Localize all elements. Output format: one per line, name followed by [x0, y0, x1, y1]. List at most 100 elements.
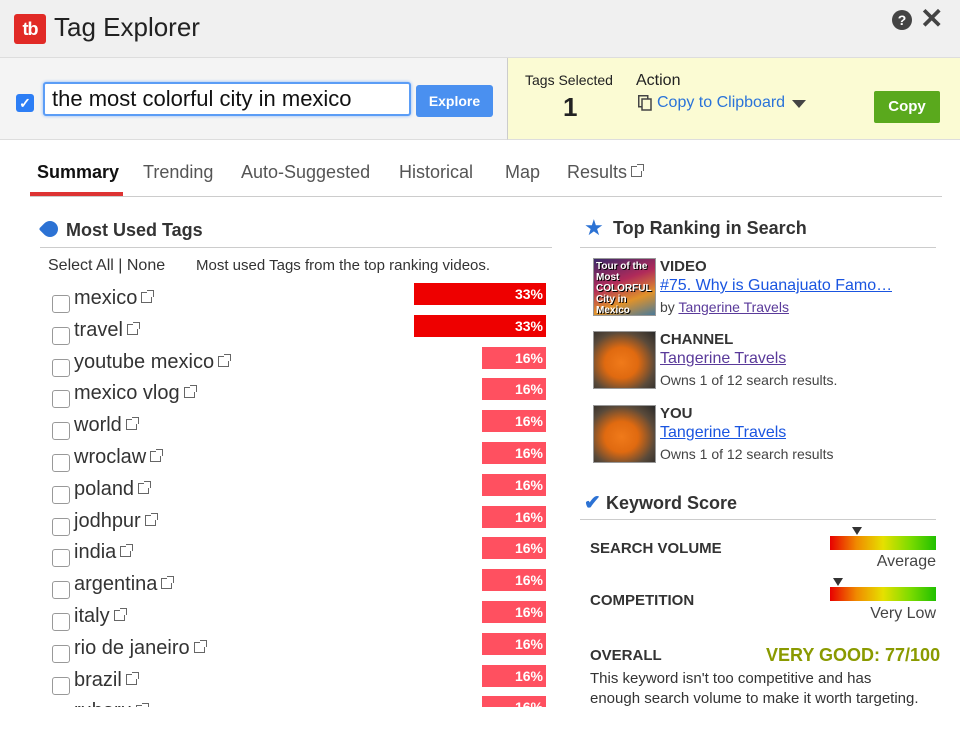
- tag-usage-bar: 16%: [482, 378, 546, 401]
- close-icon[interactable]: ✕: [920, 4, 943, 34]
- copy-button[interactable]: Copy: [874, 91, 940, 123]
- tag-usage-bar: 16%: [482, 346, 546, 369]
- video-thumbnail[interactable]: Tour of the Most COLORFUL City in Mexico: [593, 258, 656, 316]
- action-panel: Tags Selected 1 Action Copy to Clipboard…: [507, 58, 960, 140]
- you-thumbnail[interactable]: [593, 405, 656, 463]
- most-used-description: Most used Tags from the top ranking vide…: [196, 257, 491, 274]
- keyword-score-title: Keyword Score: [606, 493, 738, 513]
- tag-label[interactable]: poland: [74, 478, 152, 501]
- external-link-icon[interactable]: [144, 512, 158, 526]
- tag-usage-bar: 16%: [482, 569, 546, 592]
- tag-label[interactable]: india: [74, 541, 134, 564]
- tag-checkbox[interactable]: [52, 517, 70, 536]
- tab-trending[interactable]: Trending: [143, 162, 213, 183]
- external-link-icon[interactable]: [113, 608, 127, 621]
- tab-summary[interactable]: Summary: [37, 162, 119, 183]
- tag-checkbox[interactable]: [52, 422, 70, 441]
- competition-marker: [833, 578, 844, 586]
- external-link-icon[interactable]: [125, 417, 139, 431]
- video-byline: by Tangerine Travels: [660, 299, 789, 315]
- tab-results[interactable]: Results: [567, 162, 645, 183]
- tag-checkbox[interactable]: [52, 485, 70, 504]
- tag-name: jodhpur: [74, 509, 141, 532]
- action-select[interactable]: Copy to Clipboard: [657, 94, 785, 112]
- tag-usage-bar: 16%: [482, 473, 546, 496]
- tag-checkbox[interactable]: [52, 644, 70, 663]
- you-type-label: YOU: [660, 405, 693, 422]
- tag-name: rio de janeiro: [74, 636, 190, 659]
- video-link[interactable]: #75. Why is Guanajuato Famo…: [660, 277, 892, 295]
- external-link-icon: [631, 164, 645, 177]
- tag-checkbox[interactable]: [52, 358, 70, 377]
- tag-row: youtube mexico 16%: [48, 346, 552, 379]
- tag-checkbox[interactable]: [52, 613, 70, 631]
- tag-label[interactable]: mexico: [74, 287, 155, 310]
- tag-usage-bar: 33%: [414, 314, 546, 337]
- search-volume-caption: Average: [876, 553, 936, 570]
- tag-row: world 16%: [48, 410, 552, 442]
- search-checkbox[interactable]: ✓: [16, 94, 34, 112]
- search-volume-label: SEARCH VOLUME: [590, 540, 722, 557]
- external-link-icon[interactable]: [150, 449, 164, 462]
- tab-auto-suggested[interactable]: Auto-Suggested: [241, 162, 370, 183]
- external-link-icon[interactable]: [218, 353, 232, 367]
- tag-label[interactable]: brazil: [74, 669, 139, 692]
- tag-label[interactable]: travel: [74, 319, 140, 342]
- tag-label[interactable]: wroclaw: [74, 446, 164, 469]
- star-icon: ★: [584, 215, 604, 240]
- video-channel-link[interactable]: Tangerine Travels: [678, 299, 789, 315]
- external-link-icon[interactable]: [193, 639, 207, 653]
- ranking-channel: CHANNEL Tangerine Travels Owns 1 of 12 s…: [593, 331, 938, 395]
- select-all-none[interactable]: Select All | None: [48, 257, 165, 275]
- tag-checkbox[interactable]: [52, 581, 70, 600]
- competition-label: COMPETITION: [590, 592, 695, 609]
- competition-caption: Very Low: [870, 605, 936, 622]
- video-type-label: VIDEO: [660, 258, 707, 275]
- tab-historical[interactable]: Historical: [399, 162, 473, 183]
- channel-link[interactable]: Tangerine Travels: [660, 350, 786, 368]
- help-icon[interactable]: ?: [892, 10, 912, 30]
- you-link[interactable]: Tangerine Travels: [660, 424, 786, 442]
- tag-usage-bar: 16%: [482, 601, 546, 623]
- explore-button[interactable]: Explore: [416, 85, 493, 117]
- external-link-icon[interactable]: [138, 480, 152, 494]
- tab-map[interactable]: Map: [505, 162, 540, 183]
- chevron-down-icon[interactable]: [792, 100, 806, 108]
- tag-label[interactable]: mexico vlog: [74, 382, 197, 405]
- channel-thumbnail[interactable]: [593, 331, 656, 389]
- tag-label[interactable]: italy: [74, 605, 127, 628]
- tag-label[interactable]: youtube mexico: [74, 351, 232, 374]
- external-link-icon[interactable]: [126, 321, 140, 335]
- external-link-icon[interactable]: [135, 703, 149, 707]
- tag-label[interactable]: jodhpur: [74, 509, 158, 533]
- tag-name: world: [74, 414, 122, 437]
- tag-row: brazil 16%: [48, 664, 552, 697]
- search-area: ✓ Explore: [0, 58, 507, 140]
- tag-label[interactable]: world: [74, 414, 139, 437]
- tag-row: argentina 16%: [48, 569, 552, 601]
- ranking-video: Tour of the Most COLORFUL City in Mexico…: [593, 258, 938, 322]
- external-link-icon[interactable]: [161, 576, 175, 590]
- tag-checkbox[interactable]: [52, 295, 70, 313]
- channel-sub: Owns 1 of 12 search results.: [660, 372, 838, 388]
- tag-row: wroclaw 16%: [48, 442, 552, 474]
- copy-icon: [638, 95, 652, 111]
- tag-label[interactable]: argentina: [74, 573, 175, 596]
- tag-checkbox[interactable]: [52, 676, 70, 695]
- tag-label[interactable]: rio de janeiro: [74, 636, 207, 660]
- tag-name: wroclaw: [74, 446, 147, 468]
- search-input[interactable]: [43, 82, 411, 116]
- external-link-icon[interactable]: [183, 385, 197, 399]
- tag-row: rio de janeiro 16%: [48, 632, 552, 665]
- tag-checkbox[interactable]: [52, 390, 70, 409]
- tags-selected-label: Tags Selected: [525, 72, 613, 88]
- tag-checkbox[interactable]: [52, 454, 70, 472]
- tag-label[interactable]: rubaru: [74, 700, 149, 707]
- external-link-icon[interactable]: [125, 671, 139, 685]
- tag-checkbox[interactable]: [52, 326, 70, 345]
- tag-name: mexico vlog: [74, 382, 180, 405]
- tag-checkbox[interactable]: [52, 549, 70, 568]
- external-link-icon[interactable]: [120, 544, 134, 558]
- you-sub: Owns 1 of 12 search results: [660, 446, 834, 462]
- external-link-icon[interactable]: [141, 290, 155, 303]
